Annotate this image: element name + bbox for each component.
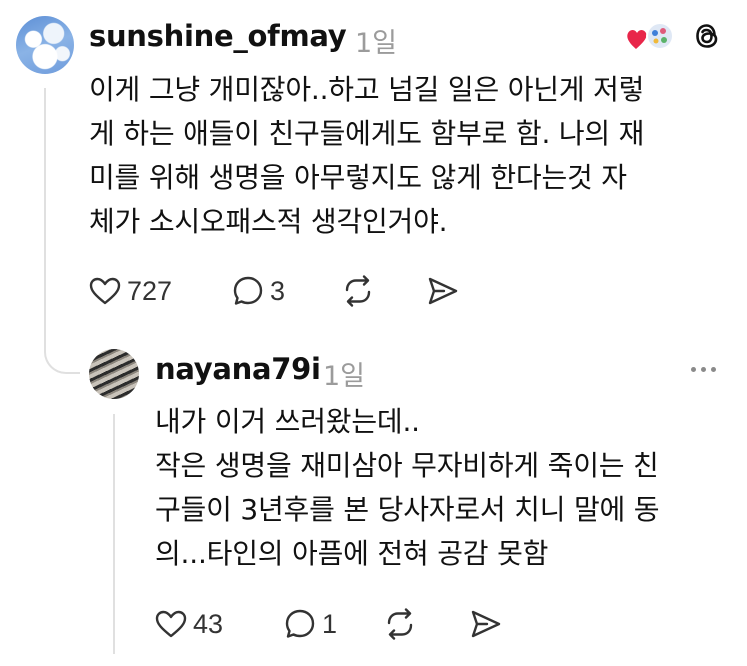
avatar[interactable] (89, 349, 139, 399)
comment-text-line: 작은 생명을 재미삼아 무자비하게 죽이는 친 (155, 449, 659, 482)
repost-icon (383, 607, 417, 641)
like-count: 43 (193, 608, 224, 639)
threads-logo-icon[interactable] (690, 19, 724, 53)
comment-text-line: 의...타인의 아픔에 전혀 공감 못함 (155, 537, 549, 570)
more-icon (691, 366, 696, 372)
avatar[interactable] (16, 16, 74, 74)
comment-text-line: 내가 이거 쓰러왔는데.. (155, 405, 420, 438)
like-count: 727 (127, 275, 173, 306)
username[interactable]: sunshine_ofmay (89, 19, 347, 53)
repost-button[interactable] (383, 604, 417, 644)
reply-button[interactable]: 1 (284, 604, 337, 644)
heart-filled-icon (627, 30, 647, 49)
thread-line (113, 414, 115, 654)
like-button[interactable]: 727 (89, 271, 172, 311)
comment-text-line: 체가 소시오패스적 생각인거야. (89, 205, 448, 238)
username[interactable]: nayana79i (155, 352, 321, 386)
share-button[interactable] (426, 271, 460, 311)
timestamp: 1일 (355, 28, 398, 59)
comment-text-line: 미를 위해 생명을 아무렇지도 않게 한다는것 자 (89, 161, 627, 194)
heart-icon (155, 609, 187, 639)
thread-line (44, 88, 46, 332)
reply-button[interactable]: 3 (232, 271, 285, 311)
more-options-button[interactable] (691, 364, 716, 374)
like-button[interactable]: 43 (155, 604, 223, 644)
comment-icon (232, 275, 264, 307)
share-button[interactable] (469, 604, 503, 644)
share-icon (426, 275, 460, 307)
reply-count: 3 (270, 275, 286, 306)
comment-icon (284, 608, 316, 640)
comment-text-line: 구들이 3년후를 본 당사자로서 치니 말에 동 (155, 493, 660, 526)
reply-avatar-thumbnail (646, 22, 674, 50)
heart-icon (89, 276, 121, 306)
liked-by-indicator[interactable] (626, 22, 676, 52)
share-icon (469, 608, 503, 640)
comment-text-line: 이게 그냥 개미잖아..하고 넘길 일은 아닌게 저렇 (89, 73, 645, 106)
repost-icon (341, 274, 375, 308)
thread-line-curve (44, 330, 80, 374)
reply-count: 1 (322, 608, 338, 639)
comment-text-line: 게 하는 애들이 친구들에게도 함부로 함. 나의 재 (89, 117, 645, 150)
timestamp: 1일 (323, 361, 366, 392)
repost-button[interactable] (341, 271, 375, 311)
